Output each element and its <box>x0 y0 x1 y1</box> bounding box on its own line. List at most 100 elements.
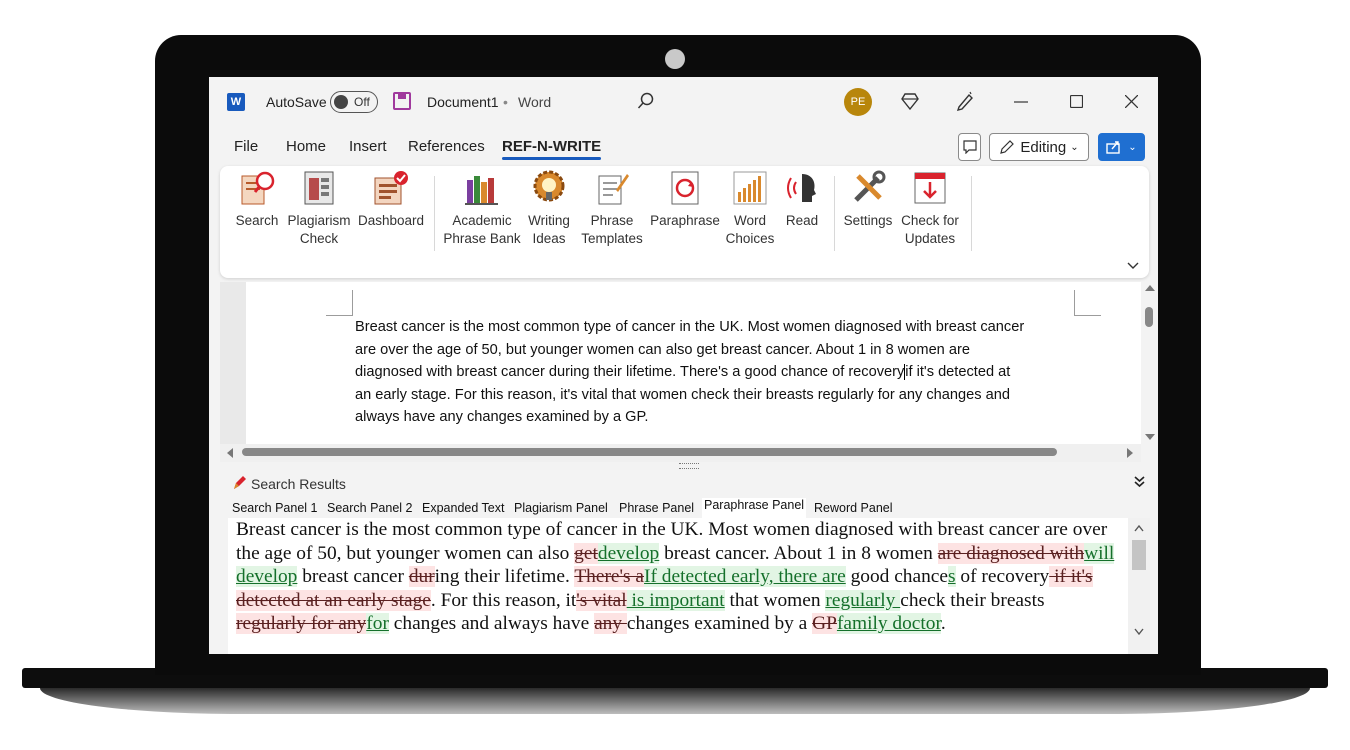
inserted-text: develop <box>597 542 660 564</box>
ribbon-label: Ideas <box>532 231 566 246</box>
search-ribbon-button[interactable]: Search <box>234 170 280 230</box>
paraphrase-results[interactable]: Breast cancer is the most common type of… <box>228 518 1128 654</box>
document-line: diagnosed with breast cancer during thei… <box>355 361 1100 384</box>
settings-button[interactable]: Settings <box>842 170 894 230</box>
scroll-left-icon[interactable] <box>226 448 234 458</box>
scroll-down-icon[interactable] <box>1145 433 1155 441</box>
editing-mode-button[interactable]: Editing ⌄ <box>989 133 1089 161</box>
tab-ref-n-write[interactable]: REF-N-WRITE <box>502 138 602 160</box>
tab-reword-panel[interactable]: Reword Panel <box>814 501 893 515</box>
ribbon-label: Check <box>299 231 339 246</box>
title-bar: W AutoSave Off Document1 • Word PE <box>209 77 1158 127</box>
ribbon-panel: Search Plagiarism Check Dashboard Academ… <box>220 166 1149 278</box>
autosave-toggle[interactable]: Off <box>330 91 378 113</box>
tab-insert[interactable]: Insert <box>349 138 387 155</box>
writing-ideas-button[interactable]: Writing Ideas <box>524 170 574 248</box>
deleted-text: 's vital <box>576 589 627 611</box>
ribbon-label: Read <box>785 213 819 228</box>
ribbon-separator <box>834 176 835 251</box>
tab-paraphrase-panel[interactable]: Paraphrase Panel <box>702 498 807 518</box>
collapse-panel-icon[interactable] <box>1134 476 1145 488</box>
comment-icon <box>962 140 977 154</box>
dashboard-button[interactable]: Dashboard <box>356 170 426 230</box>
search-results-header: Search Results <box>220 469 1158 497</box>
scroll-thumb[interactable] <box>1145 307 1153 327</box>
plagiarism-check-button[interactable]: Plagiarism Check <box>284 170 354 248</box>
ribbon-collapse-icon[interactable] <box>1127 262 1139 270</box>
document-horizontal-scrollbar[interactable] <box>220 444 1141 462</box>
bar-chart-icon <box>732 170 768 206</box>
paraphrase-text: Breast cancer is the most common type of… <box>236 518 1116 636</box>
ribbon-separator <box>971 176 972 251</box>
unchanged-text: changes examined by a <box>626 613 813 635</box>
unchanged-text: of recovery <box>955 566 1050 588</box>
tab-file[interactable]: File <box>234 138 258 155</box>
comments-button[interactable] <box>958 133 981 161</box>
margin-corner-left <box>326 290 353 316</box>
maximize-icon[interactable] <box>1070 95 1083 108</box>
phrase-templates-button[interactable]: Phrase Templates <box>577 170 647 248</box>
inserted-text: If detected early, there are <box>644 566 846 588</box>
scroll-thumb[interactable] <box>1132 540 1146 570</box>
pencil-icon <box>1000 140 1015 154</box>
search-icon[interactable] <box>637 92 655 110</box>
close-icon[interactable] <box>1125 95 1138 108</box>
unchanged-text: changes and always have <box>388 613 595 635</box>
ribbon-label: Dashboard <box>357 213 425 228</box>
speaking-head-icon <box>784 170 820 206</box>
document-line: an early stage. For this reason, it's vi… <box>355 386 1010 403</box>
books-icon <box>464 170 500 206</box>
paraphrase-button[interactable]: Paraphrase <box>650 170 720 230</box>
scroll-right-icon[interactable] <box>1126 448 1134 458</box>
tools-icon <box>850 170 886 206</box>
panel-title: Search Results <box>251 476 346 492</box>
deleted-text: regularly for any <box>236 613 367 635</box>
academic-phrase-bank-button[interactable]: Academic Phrase Bank <box>442 170 522 248</box>
pen-icon[interactable] <box>955 91 975 111</box>
unchanged-text: breast cancer <box>297 566 409 588</box>
plagiarism-icon <box>301 170 337 206</box>
chevron-down-icon: ⌄ <box>1070 141 1079 153</box>
tab-search-panel-2[interactable]: Search Panel 2 <box>327 501 412 515</box>
ribbon-label: Phrase <box>590 213 634 228</box>
read-button[interactable]: Read <box>782 170 822 230</box>
download-icon <box>912 170 948 206</box>
minimize-icon[interactable] <box>1014 101 1028 103</box>
diamond-icon[interactable] <box>901 93 919 110</box>
unchanged-text: ing their lifetime. <box>434 566 575 588</box>
user-avatar[interactable]: PE <box>844 88 872 116</box>
check-for-updates-button[interactable]: Check for Updates <box>897 170 963 248</box>
inserted-text: regularly <box>825 589 901 611</box>
document-page: Breast cancer is the most common type of… <box>246 282 1141 444</box>
clipboard-pen-icon <box>594 170 630 206</box>
scroll-up-icon[interactable] <box>1145 284 1155 292</box>
word-choices-button[interactable]: Word Choices <box>725 170 775 248</box>
share-button[interactable]: ⌄ <box>1098 133 1145 161</box>
document-text: diagnosed with breast cancer during thei… <box>355 364 905 380</box>
ribbon-label: Phrase Bank <box>443 231 521 246</box>
ribbon-label: Check for <box>901 213 959 228</box>
unchanged-text: good chance <box>845 566 949 588</box>
results-scrollbar[interactable] <box>1128 518 1150 654</box>
tab-references[interactable]: References <box>408 138 485 155</box>
app-name: Word <box>518 94 552 110</box>
document-canvas: Breast cancer is the most common type of… <box>220 282 1141 444</box>
document-vertical-scrollbar[interactable] <box>1141 282 1158 444</box>
ribbon-label: Academic <box>452 213 512 228</box>
word-app-icon: W <box>227 93 245 111</box>
ribbon-label: Settings <box>843 213 893 228</box>
scroll-thumb[interactable] <box>242 448 1057 456</box>
scroll-down-icon[interactable] <box>1134 628 1144 635</box>
scroll-up-icon[interactable] <box>1134 525 1144 532</box>
unchanged-text: check their breasts <box>900 589 1045 611</box>
tab-plagiarism-panel[interactable]: Plagiarism Panel <box>514 501 608 515</box>
tab-phrase-panel[interactable]: Phrase Panel <box>619 501 694 515</box>
tab-expanded-text[interactable]: Expanded Text <box>422 501 504 515</box>
document-body[interactable]: Breast cancer is the most common type of… <box>355 316 1100 429</box>
ribbon-label: Templates <box>581 231 643 246</box>
ribbon-separator <box>434 176 435 251</box>
save-icon[interactable] <box>393 92 411 110</box>
tab-home[interactable]: Home <box>286 138 326 155</box>
tab-search-panel-1[interactable]: Search Panel 1 <box>232 501 317 515</box>
editing-label: Editing <box>1020 138 1067 156</box>
